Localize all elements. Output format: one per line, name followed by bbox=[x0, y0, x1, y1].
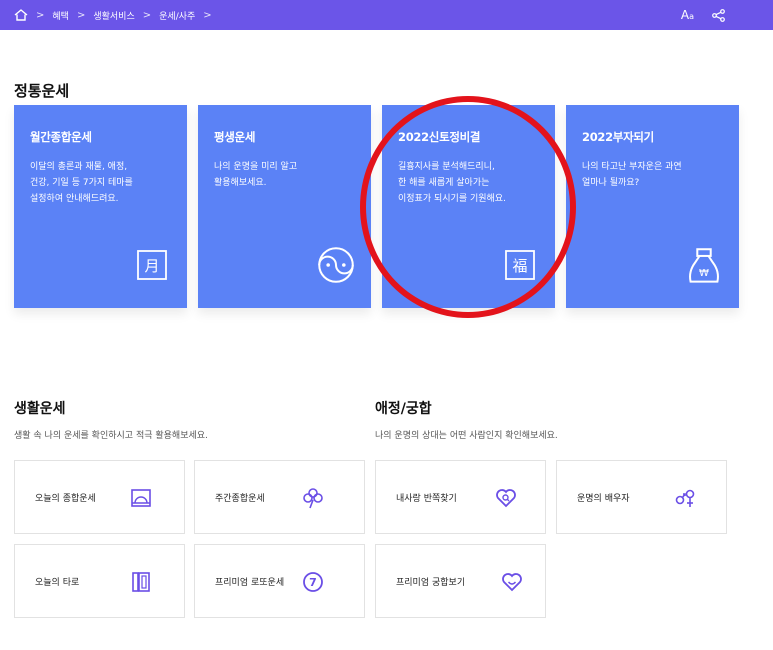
card-description: 이달의 총론과 재물, 애정, 건강, 기일 등 7가지 테마를 설정하여 안내… bbox=[30, 162, 133, 205]
tile-label: 오늘의 종합운세 bbox=[35, 493, 96, 504]
font-size-small-letter: a bbox=[689, 12, 694, 21]
home-icon[interactable] bbox=[14, 9, 28, 21]
tile-label: 프리미엄 로또운세 bbox=[215, 577, 285, 588]
fortune-bok-icon: 福 bbox=[505, 250, 535, 280]
breadcrumb-item-fortune[interactable]: 운세/사주 bbox=[159, 9, 195, 22]
won-glyph: ₩ bbox=[699, 268, 709, 279]
tile-today-fortune[interactable]: 오늘의 종합운세 bbox=[14, 460, 185, 534]
breadcrumb-separator: > bbox=[36, 9, 45, 21]
tarot-cards-icon bbox=[132, 572, 150, 592]
card-become-rich[interactable]: 2022부자되기 나의 타고난 부자운은 과연 얼마나 될까요? ₩ bbox=[566, 105, 739, 308]
card-title: 평생운세 bbox=[214, 130, 256, 144]
section-title-life-fortune: 생활운세 bbox=[14, 401, 66, 417]
section-desc-love: 나의 운명의 상대는 어떤 사람인지 확인해보세요. bbox=[375, 431, 558, 441]
tile-weekly-fortune[interactable]: 주간종합운세 bbox=[194, 460, 365, 534]
tile-label: 주간종합운세 bbox=[215, 493, 265, 504]
card-title: 2022부자되기 bbox=[582, 130, 654, 144]
money-bag-icon: ₩ bbox=[689, 248, 719, 283]
tile-label: 오늘의 타로 bbox=[35, 577, 80, 588]
card-description: 나의 운명을 미리 알고 활용해보세요. bbox=[214, 162, 298, 189]
calendar-month-icon: 月 bbox=[137, 250, 167, 280]
breadcrumb-item-benefit[interactable]: 혜택 bbox=[52, 9, 69, 22]
heart-ring-icon bbox=[502, 573, 522, 592]
tile-destined-spouse[interactable]: 운명의 배우자 bbox=[556, 460, 727, 534]
breadcrumb-separator: > bbox=[203, 9, 212, 21]
card-tojeong-secret[interactable]: 2022신토정비결 길흉지사를 분석해드리니, 한 해를 새롭게 살아가는 이정… bbox=[382, 105, 555, 308]
lotto-number: 7 bbox=[309, 576, 317, 589]
couple-symbol-icon bbox=[675, 489, 695, 507]
font-size-icon[interactable]: Aa bbox=[681, 8, 694, 22]
breadcrumb-item-life-service[interactable]: 생활서비스 bbox=[93, 9, 134, 22]
card-description: 나의 타고난 부자운은 과연 얼마나 될까요? bbox=[582, 162, 682, 189]
breadcrumb-separator: > bbox=[142, 9, 152, 21]
card-title: 월간종합운세 bbox=[30, 130, 92, 144]
breadcrumb: > 혜택 > 생활서비스 > 운세/사주 > bbox=[14, 9, 212, 22]
tile-label: 프리미엄 궁합보기 bbox=[396, 577, 466, 588]
share-icon[interactable] bbox=[712, 8, 725, 22]
tile-premium-lotto[interactable]: 프리미엄 로또운세 7 bbox=[194, 544, 365, 618]
tile-find-other-half[interactable]: 내사랑 반쪽찾기 bbox=[375, 460, 546, 534]
section-desc-life-fortune: 생활 속 나의 운세를 확인하시고 적극 활용해보세요. bbox=[14, 431, 208, 441]
yin-yang-icon bbox=[318, 247, 354, 283]
card-monthly-fortune[interactable]: 월간종합운세 이달의 총론과 재물, 애정, 건강, 기일 등 7가지 테마를 … bbox=[14, 105, 187, 308]
sunrise-icon bbox=[131, 489, 151, 507]
tile-label: 내사랑 반쪽찾기 bbox=[396, 493, 457, 504]
tile-today-tarot[interactable]: 오늘의 타로 bbox=[14, 544, 185, 618]
lotto-ball-icon: 7 bbox=[303, 572, 323, 592]
top-bar: > 혜택 > 생활서비스 > 운세/사주 > Aa bbox=[0, 0, 773, 30]
tile-premium-compatibility[interactable]: 프리미엄 궁합보기 bbox=[375, 544, 546, 618]
bok-glyph: 福 bbox=[512, 257, 527, 275]
font-size-large-letter: A bbox=[680, 8, 690, 22]
section-title-love: 애정/궁합 bbox=[375, 401, 432, 417]
fortune-card-list: 월간종합운세 이달의 총론과 재물, 애정, 건강, 기일 등 7가지 테마를 … bbox=[14, 105, 739, 308]
calendar-glyph: 月 bbox=[144, 257, 159, 275]
clover-icon bbox=[303, 488, 323, 509]
section-title-traditional-fortune: 정통운세 bbox=[14, 82, 70, 100]
tile-label: 운명의 배우자 bbox=[577, 493, 630, 504]
card-lifetime-fortune[interactable]: 평생운세 나의 운명을 미리 알고 활용해보세요. bbox=[198, 105, 371, 308]
card-description: 길흉지사를 분석해드리니, 한 해를 새롭게 살아가는 이정표가 되시기를 기원… bbox=[398, 162, 506, 205]
card-title: 2022신토정비결 bbox=[398, 130, 481, 144]
breadcrumb-separator: > bbox=[76, 9, 86, 21]
heart-search-icon bbox=[496, 489, 516, 508]
